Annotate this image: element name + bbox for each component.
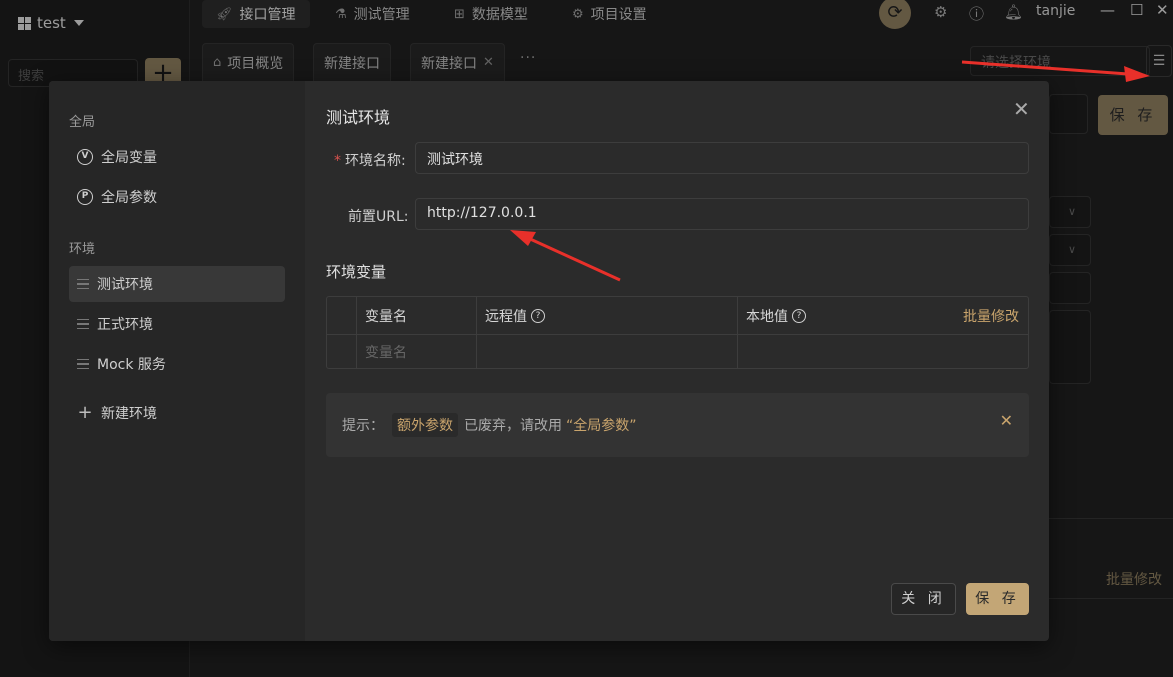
drag-handle-icon[interactable]	[77, 279, 89, 289]
close-icon[interactable]: ✕	[1013, 97, 1030, 121]
modal-sidebar: 全局 V 全局变量 P 全局参数 环境 测试环境 正式环境 Mock 服务 + …	[49, 81, 305, 641]
save-button[interactable]: 保 存	[966, 583, 1029, 615]
sidebar-item-label: 新建环境	[101, 406, 157, 422]
sidebar-item-label: 测试环境	[97, 277, 153, 293]
row-handle	[327, 335, 357, 368]
tip-text: 已废弃，请改用	[464, 418, 562, 434]
required-mark: *	[334, 153, 341, 169]
tip-prefix: 提示：	[342, 418, 384, 434]
plus-icon: +	[77, 402, 93, 423]
remote-value-input[interactable]	[477, 335, 738, 368]
sidebar-item-test-env[interactable]: 测试环境	[69, 266, 285, 302]
header-spacer	[327, 297, 357, 334]
help-icon[interactable]: ?	[792, 308, 806, 323]
col-header-local: 本地值? 批量修改	[738, 297, 1028, 334]
env-name-label: * 环境名称:	[334, 153, 406, 169]
tip-code: 额外参数	[392, 413, 458, 437]
sidebar-item-label: Mock 服务	[97, 357, 166, 373]
tip-highlight: “全局参数”	[566, 418, 637, 434]
sidebar-item-global-params[interactable]: P 全局参数	[69, 179, 285, 215]
var-name-input[interactable]: 变量名	[357, 335, 477, 368]
modal-title: 测试环境	[326, 108, 391, 127]
section-label-env: 环境	[69, 242, 96, 257]
close-icon[interactable]: ✕	[1000, 411, 1013, 430]
env-name-input[interactable]: 测试环境	[415, 142, 1029, 174]
section-label-global: 全局	[69, 115, 96, 130]
sidebar-item-label: 正式环境	[97, 317, 153, 333]
close-button[interactable]: 关 闭	[891, 583, 956, 615]
col-header-name: 变量名	[357, 297, 477, 334]
table-header: 变量名 远程值? 本地值? 批量修改	[327, 297, 1028, 335]
sidebar-item-prod-env[interactable]: 正式环境	[69, 306, 285, 342]
base-url-input[interactable]: http://127.0.0.1	[415, 198, 1029, 230]
variable-icon: V	[77, 149, 93, 165]
modal-content: 测试环境 ✕ * 环境名称: 测试环境 前置URL: http://127.0.0…	[305, 81, 1049, 641]
parameter-icon: P	[77, 189, 93, 205]
table-row: 变量名	[327, 335, 1028, 368]
environment-modal: 全局 V 全局变量 P 全局参数 环境 测试环境 正式环境 Mock 服务 + …	[49, 81, 1049, 641]
env-vars-heading: 环境变量	[326, 263, 387, 281]
drag-handle-icon[interactable]	[77, 319, 89, 329]
base-url-label: 前置URL:	[348, 209, 409, 225]
sidebar-item-mock[interactable]: Mock 服务	[69, 346, 285, 382]
help-icon[interactable]: ?	[531, 308, 545, 323]
drag-handle-icon[interactable]	[77, 359, 89, 369]
deprecation-tip: 提示： 额外参数 已废弃，请改用 “全局参数” ✕	[326, 393, 1029, 457]
env-vars-table: 变量名 远程值? 本地值? 批量修改 变量名	[326, 296, 1029, 369]
col-header-remote: 远程值?	[477, 297, 738, 334]
local-value-input[interactable]	[738, 335, 1028, 368]
new-environment-button[interactable]: + 新建环境	[69, 395, 285, 431]
batch-edit-link[interactable]: 批量修改	[963, 306, 1019, 326]
sidebar-item-label: 全局参数	[101, 190, 157, 206]
sidebar-item-label: 全局变量	[101, 150, 157, 166]
sidebar-item-global-vars[interactable]: V 全局变量	[69, 139, 285, 175]
